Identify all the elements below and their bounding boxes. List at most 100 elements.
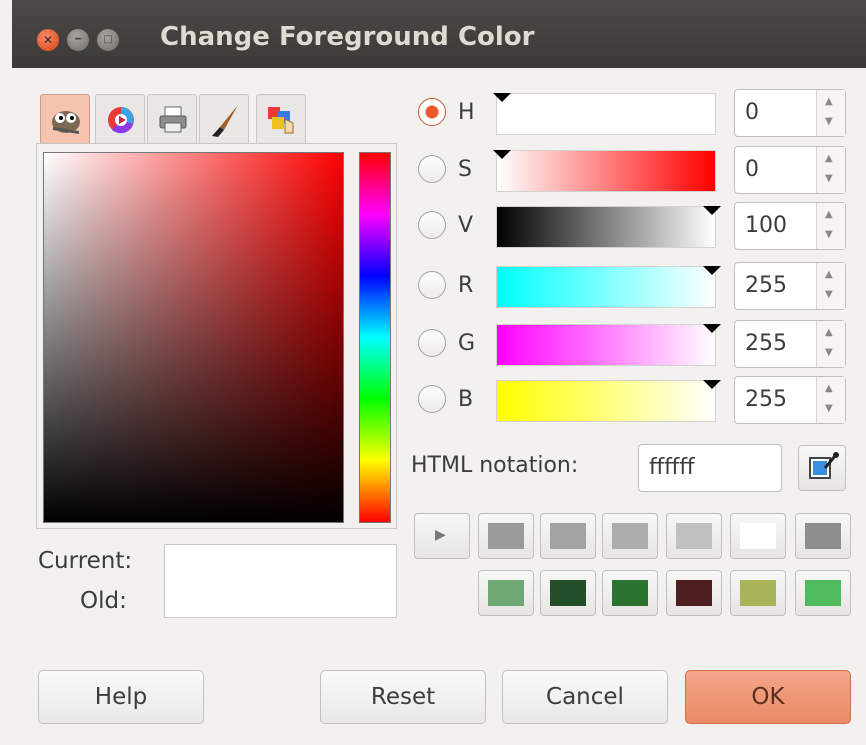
channel-label-b: B <box>458 387 474 412</box>
channel-label-r: R <box>458 273 474 298</box>
spin-value: 255 <box>745 331 787 356</box>
cancel-button[interactable]: Cancel <box>502 670 668 724</box>
palette-icon <box>268 107 294 134</box>
chevron-down-icon[interactable]: ▼ <box>825 403 833 414</box>
spin-arrows[interactable]: ▲ ▼ <box>816 377 845 423</box>
chevron-up-icon[interactable]: ▲ <box>825 153 833 164</box>
spin-arrows[interactable]: ▲ ▼ <box>816 263 845 309</box>
tab-palette[interactable] <box>256 94 306 144</box>
tab-color-wheel[interactable] <box>95 94 145 144</box>
slider-g[interactable] <box>496 324 721 366</box>
minimize-button[interactable]: ━ <box>67 29 89 51</box>
tab-cmyk[interactable] <box>147 94 197 144</box>
chevron-up-icon[interactable]: ▲ <box>825 209 833 220</box>
slider-h[interactable] <box>493 93 716 135</box>
history-swatch[interactable] <box>478 513 534 559</box>
spin-value: 100 <box>745 213 787 238</box>
channel-label-h: H <box>458 100 475 125</box>
radio-g[interactable] <box>418 329 446 357</box>
hue-strip[interactable] <box>359 152 391 523</box>
chevron-down-icon[interactable]: ▼ <box>825 173 833 184</box>
slider-marker[interactable] <box>703 380 721 389</box>
history-swatch[interactable] <box>540 570 596 616</box>
radio-b[interactable] <box>418 385 446 413</box>
spin-v[interactable]: 100 ▲ ▼ <box>734 202 846 250</box>
history-swatch[interactable] <box>730 513 786 559</box>
history-swatch-color <box>550 580 586 606</box>
chevron-up-icon[interactable]: ▲ <box>825 269 833 280</box>
chevron-up-icon[interactable]: ▲ <box>825 327 833 338</box>
window-title: Change Foreground Color <box>160 22 535 52</box>
history-swatch[interactable] <box>602 570 658 616</box>
history-swatch-color <box>488 523 524 549</box>
help-button[interactable]: Help <box>38 670 204 724</box>
ok-button[interactable]: OK <box>685 670 851 724</box>
reset-button[interactable]: Reset <box>320 670 486 724</box>
spin-h[interactable]: 0 ▲ ▼ <box>734 89 846 137</box>
slider-marker[interactable] <box>493 93 511 102</box>
saturation-value-square[interactable] <box>43 152 344 523</box>
slider-marker[interactable] <box>703 266 721 275</box>
gimp-selector-icon <box>52 111 80 134</box>
chevron-up-icon[interactable]: ▲ <box>825 96 833 107</box>
history-swatch-color <box>805 580 841 606</box>
play-icon: ▶ <box>435 527 446 543</box>
spin-arrows[interactable]: ▲ ▼ <box>816 90 845 136</box>
history-swatch[interactable] <box>540 513 596 559</box>
maximize-icon: □ <box>103 34 113 45</box>
spin-g[interactable]: 255 ▲ ▼ <box>734 320 846 368</box>
history-swatch[interactable] <box>478 570 534 616</box>
history-swatch[interactable] <box>602 513 658 559</box>
tab-watercolor[interactable] <box>199 94 249 144</box>
chevron-up-icon[interactable]: ▲ <box>825 383 833 394</box>
radio-s[interactable] <box>418 155 446 183</box>
spin-value: 0 <box>745 100 759 125</box>
eyedropper-icon <box>809 452 839 479</box>
history-swatch[interactable] <box>795 513 851 559</box>
spin-arrows[interactable]: ▲ ▼ <box>816 203 845 249</box>
maximize-button[interactable]: □ <box>97 29 119 51</box>
radio-r[interactable] <box>418 271 446 299</box>
channel-label-v: V <box>458 213 474 238</box>
close-button[interactable]: ✕ <box>37 29 59 51</box>
tab-gimp-selector[interactable] <box>40 94 90 144</box>
color-swatch-current-old <box>164 544 397 618</box>
radio-v[interactable] <box>418 211 446 239</box>
history-swatch-color <box>550 523 586 549</box>
html-notation-input[interactable]: ffffff <box>638 444 782 492</box>
paintbrush-icon <box>212 105 238 137</box>
history-swatch[interactable] <box>730 570 786 616</box>
spin-value: 255 <box>745 387 787 412</box>
spin-arrows[interactable]: ▲ ▼ <box>816 147 845 193</box>
chevron-down-icon[interactable]: ▼ <box>825 347 833 358</box>
history-swatch[interactable] <box>666 513 722 559</box>
slider-marker[interactable] <box>703 324 721 333</box>
spin-b[interactable]: 255 ▲ ▼ <box>734 376 846 424</box>
history-swatch-color <box>805 523 841 549</box>
chevron-down-icon[interactable]: ▼ <box>825 229 833 240</box>
color-picker-button[interactable] <box>798 445 846 491</box>
spin-r[interactable]: 255 ▲ ▼ <box>734 262 846 310</box>
history-swatch-color <box>676 523 712 549</box>
close-icon: ✕ <box>42 33 54 47</box>
spin-value: 255 <box>745 273 787 298</box>
minimize-icon: ━ <box>74 34 82 45</box>
slider-v[interactable] <box>496 206 721 248</box>
chevron-down-icon[interactable]: ▼ <box>825 116 833 127</box>
slider-marker[interactable] <box>493 150 511 159</box>
history-swatch[interactable] <box>795 570 851 616</box>
chevron-down-icon[interactable]: ▼ <box>825 289 833 300</box>
history-swatch-color <box>676 580 712 606</box>
spin-arrows[interactable]: ▲ ▼ <box>816 321 845 367</box>
slider-b[interactable] <box>496 380 721 422</box>
radio-h[interactable] <box>418 98 446 126</box>
slider-s[interactable] <box>493 150 716 192</box>
slider-r[interactable] <box>496 266 721 308</box>
slider-marker[interactable] <box>703 206 721 215</box>
printer-cmyk-icon <box>159 106 187 133</box>
spin-s[interactable]: 0 ▲ ▼ <box>734 146 846 194</box>
history-swatch-color <box>488 580 524 606</box>
history-swatch[interactable] <box>666 570 722 616</box>
html-notation-value: ffffff <box>649 455 695 480</box>
history-add-button[interactable]: ▶ <box>414 513 470 559</box>
